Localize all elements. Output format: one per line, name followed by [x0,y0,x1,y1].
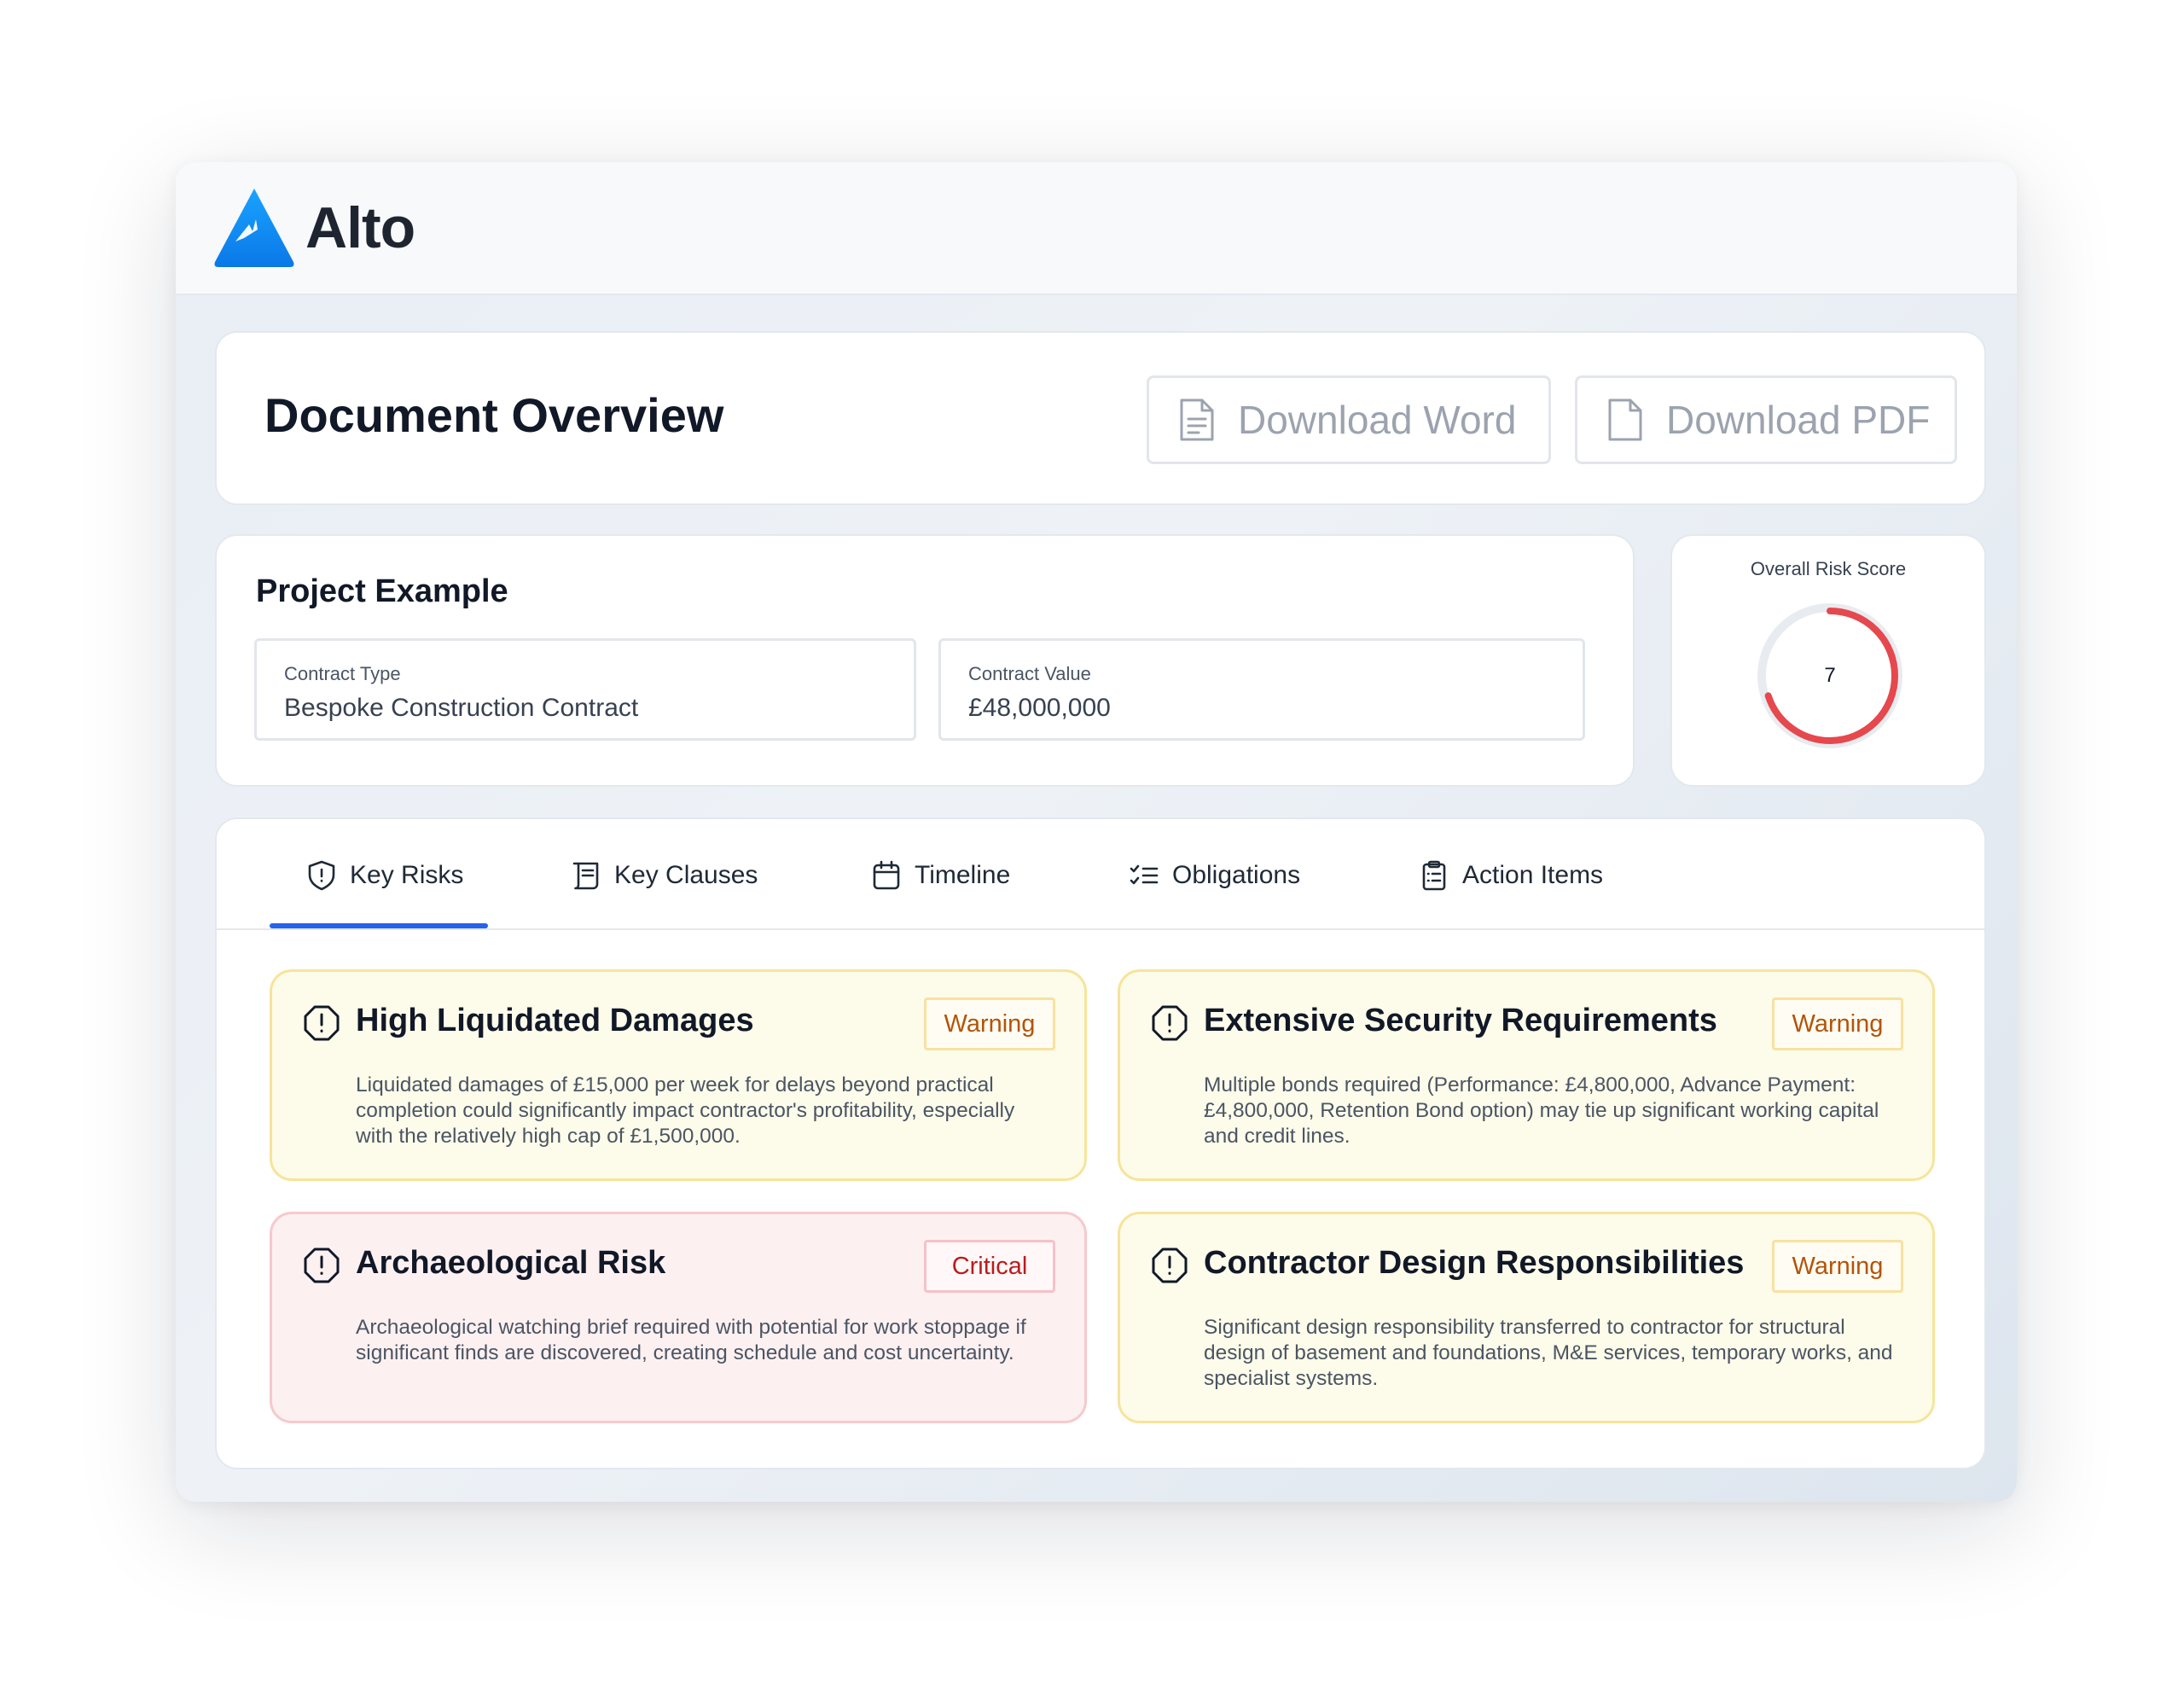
tab-obligations[interactable]: Obligations [1130,852,1300,899]
risk-card-extensive-security-requirements[interactable]: Extensive Security Requirements Warning … [1118,969,1935,1181]
risk-score-value: 7 [1824,664,1836,687]
active-tab-indicator [270,923,488,928]
list-checks-icon [1130,864,1159,885]
tab-label: Key Risks [350,861,464,889]
clipboard-list-icon [1422,860,1446,891]
alert-octagon-icon [1152,1005,1188,1041]
risk-score-card: Overall Risk Score 7 [1670,534,1986,787]
tab-label: Obligations [1172,861,1301,889]
contract-type-value: Bespoke Construction Contract [284,694,639,722]
download-word-label: Download Word [1238,398,1517,442]
file-text-icon [1180,398,1214,441]
tab-bar: Key Risks Key Clauses Timeline Obligatio… [217,819,1984,930]
contract-value-value: £48,000,000 [968,694,1111,722]
download-pdf-button[interactable]: Download PDF [1575,375,1957,464]
risk-card-contractor-design-responsibilities[interactable]: Contractor Design Responsibilities Warni… [1118,1212,1935,1423]
alert-octagon-icon [304,1248,340,1283]
status-badge: Critical [924,1240,1055,1293]
file-icon [1608,398,1642,441]
document-overview-card: Document Overview Download Word Download… [215,331,1986,505]
risk-description: Archaeological watching brief required w… [356,1316,1026,1364]
app-name: Alto [305,195,415,260]
status-badge: Warning [924,998,1055,1050]
tab-action-items[interactable]: Action Items [1420,852,1603,899]
risk-title: Contractor Design Responsibilities [1204,1245,1745,1281]
scroll-icon [572,862,599,890]
tab-timeline[interactable]: Timeline [872,852,1010,899]
contract-value-field: Contract Value £48,000,000 [938,638,1585,741]
status-badge: Warning [1772,998,1903,1050]
alert-octagon-icon [304,1005,340,1041]
risk-description: Significant design responsibility transf… [1204,1316,1893,1390]
top-bar: Alto [176,162,2017,295]
calendar-icon [873,860,900,890]
risk-card-high-liquidated-damages[interactable]: High Liquidated Damages Warning Liquidat… [270,969,1087,1181]
tab-key-risks[interactable]: Key Risks [307,852,463,899]
contract-type-field: Contract Type Bespoke Construction Contr… [254,638,916,741]
tab-label: Action Items [1462,861,1604,889]
status-badge: Warning [1772,1240,1903,1293]
project-card: Project Example Contract Type Bespoke Co… [215,534,1635,787]
download-pdf-label: Download PDF [1666,398,1931,442]
tab-label: Key Clauses [614,861,758,889]
tab-label: Timeline [915,861,1011,889]
contract-value-label: Contract Value [968,663,1091,684]
project-title: Project Example [256,573,508,609]
contract-type-label: Contract Type [284,663,401,684]
risk-title: Archaeological Risk [356,1245,666,1281]
risk-title: Extensive Security Requirements [1204,1003,1717,1038]
shield-alert-icon [308,860,335,891]
app-window: Alto Document Overview Download Word Dow… [176,162,2017,1502]
risk-description: Multiple bonds required (Performance: £4… [1204,1073,1879,1148]
risk-card-archaeological-risk[interactable]: Archaeological Risk Critical Archaeologi… [270,1212,1087,1423]
tab-key-clauses[interactable]: Key Clauses [572,852,758,899]
page-title: Document Overview [264,388,724,442]
risk-description: Liquidated damages of £15,000 per week f… [356,1073,1015,1148]
risk-title: High Liquidated Damages [356,1003,754,1038]
alto-logo-icon [214,189,294,267]
risk-score-label: Overall Risk Score [1750,558,1907,579]
alert-octagon-icon [1152,1248,1188,1283]
download-word-button[interactable]: Download Word [1147,375,1551,464]
tabs-card: Key Risks Key Clauses Timeline Obligatio… [215,817,1986,1469]
